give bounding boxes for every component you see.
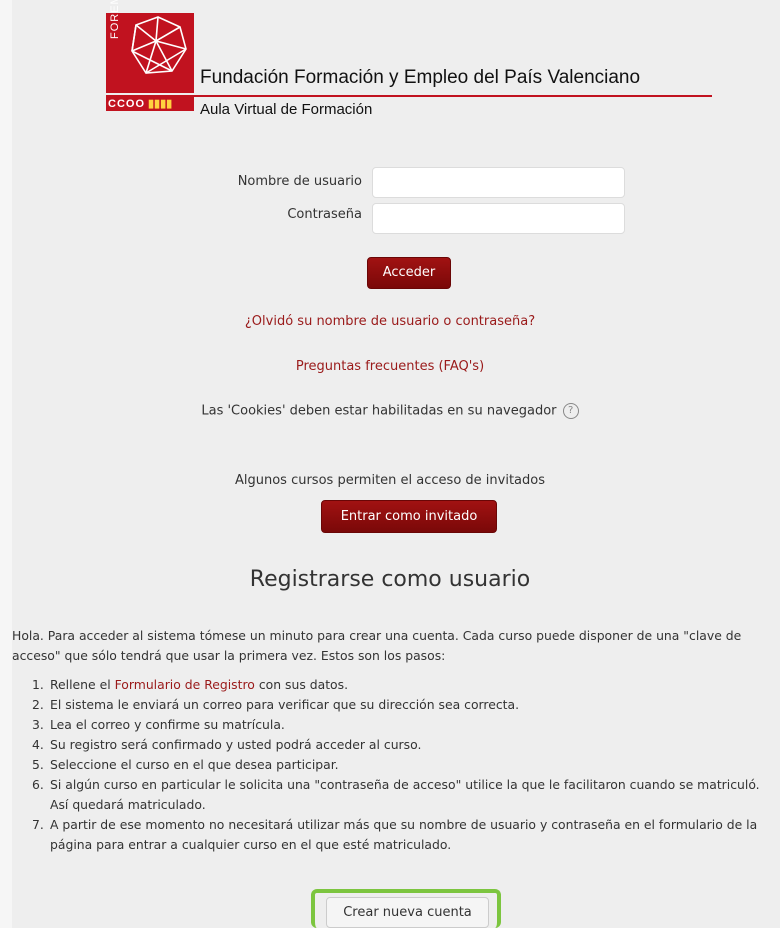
step-text-pre: Rellene el: [50, 677, 115, 692]
signup-steps: 1. Rellene el Formulario de Registro con …: [32, 675, 780, 855]
question-circle-icon[interactable]: ?: [562, 403, 579, 419]
step-number: 1.: [32, 677, 44, 692]
list-item: 7. A partir de ese momento no necesitará …: [32, 815, 780, 855]
forgot-password-row: ¿Olvidó su nombre de usuario o contraseñ…: [0, 314, 780, 329]
password-input[interactable]: [372, 203, 625, 234]
list-item: 1. Rellene el Formulario de Registro con …: [32, 675, 780, 695]
step-text: Lea el correo y confirme su matrícula.: [50, 717, 285, 732]
ccoo-text: CCOO: [108, 98, 145, 110]
step-text-post: con sus datos.: [254, 677, 349, 692]
username-label: Nombre de usuario: [237, 174, 362, 189]
list-item: 6. Si algún curso en particular le solici…: [32, 775, 780, 815]
guest-login-button[interactable]: Entrar como invitado: [321, 500, 497, 533]
org-subtitle: Aula Virtual de Formación: [200, 101, 373, 118]
header-divider: [106, 95, 712, 97]
network-logo-icon: [131, 16, 187, 74]
step-text: Si algún curso en particular le solicita…: [50, 777, 760, 812]
forgot-password-link[interactable]: ¿Olvidó su nombre de usuario o contraseñ…: [245, 314, 535, 329]
step-number: 4.: [32, 737, 44, 752]
password-label: Contraseña: [287, 207, 362, 222]
guest-note: Algunos cursos permiten el acceso de inv…: [234, 473, 545, 488]
create-account-button[interactable]: Crear nueva cuenta: [326, 897, 489, 928]
forem-logo: FOREM PV: [106, 0, 194, 93]
login-page: FOREM PV CCOO ▮▮▮▮ Fundación Formación y …: [0, 0, 780, 928]
registration-form-link[interactable]: Formulario de Registro: [115, 677, 255, 692]
cookies-row: Las 'Cookies' deben estar habilitadas en…: [0, 403, 780, 419]
faq-row: Preguntas frecuentes (FAQ's): [0, 359, 780, 374]
ccoo-stripes-icon: ▮▮▮▮: [148, 98, 173, 110]
step-number: 3.: [32, 717, 44, 732]
step-text: Su registro será confirmado y usted podr…: [50, 737, 422, 752]
step-number: 6.: [32, 777, 44, 792]
list-item: 5. Seleccione el curso en el que desea pa…: [32, 755, 780, 775]
step-number: 5.: [32, 757, 44, 772]
ccoo-logo: CCOO ▮▮▮▮: [106, 97, 194, 111]
step-text: El sistema le enviará un correo para ver…: [50, 697, 520, 712]
step-number: 7.: [32, 817, 44, 832]
list-item: 2. El sistema le enviará un correo para v…: [32, 695, 780, 715]
login-button[interactable]: Acceder: [367, 257, 451, 289]
signup-intro: Hola. Para acceder al sistema tómese un …: [12, 628, 742, 663]
step-text: A partir de ese momento no necesitará ut…: [50, 817, 758, 852]
faq-link[interactable]: Preguntas frecuentes (FAQ's): [296, 359, 484, 374]
signup-title: Registrarse como usuario: [249, 567, 531, 592]
step-text: Seleccione el curso en el que desea part…: [50, 757, 339, 772]
cookies-note: Las 'Cookies' deben estar habilitadas en…: [201, 403, 557, 419]
org-title: Fundación Formación y Empleo del País Va…: [200, 67, 641, 88]
username-input[interactable]: [372, 167, 625, 198]
list-item: 4. Su registro será confirmado y usted po…: [32, 735, 780, 755]
step-number: 2.: [32, 697, 44, 712]
logo-vertical-text: FOREM PV: [109, 0, 121, 39]
list-item: 3. Lea el correo y confirme su matrícula.: [32, 715, 780, 735]
